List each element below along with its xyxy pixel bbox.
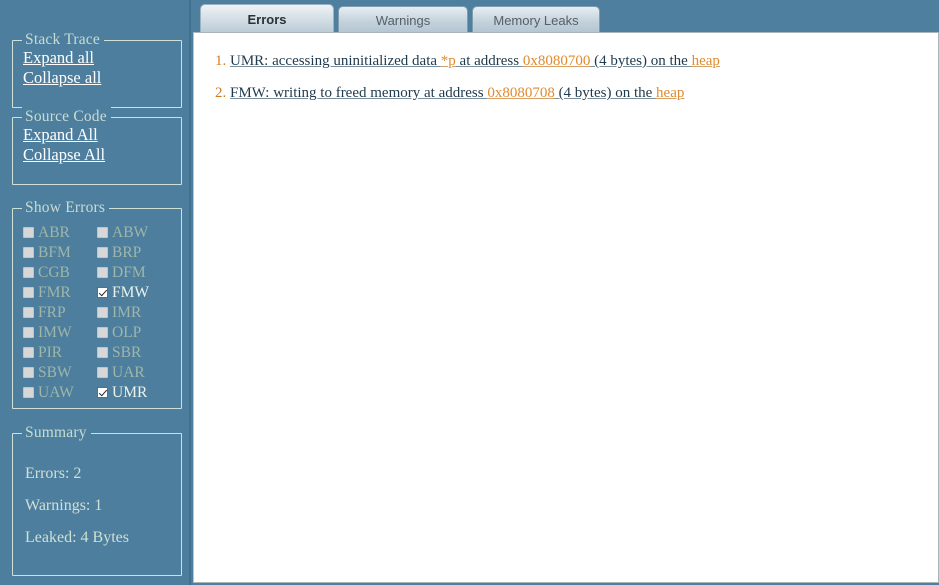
error-text-segment: at address bbox=[455, 53, 523, 69]
summary-leaked-bytes: Leaked: 4 Bytes bbox=[25, 529, 129, 546]
show-errors-checkbox-grid: ABR ABW BFM BRP CGB DFM FMR FMW FRP IMR IMW OLP PIR S… bbox=[13, 209, 181, 402]
checkbox-box-abr-icon[interactable] bbox=[23, 226, 34, 238]
checkbox-cgb[interactable]: CGB bbox=[23, 262, 97, 282]
tab-errors[interactable]: Errors bbox=[200, 4, 334, 33]
checkbox-label: IMW bbox=[38, 323, 72, 341]
group-title-summary: Summary bbox=[22, 423, 91, 443]
checkbox-label: FRP bbox=[38, 303, 66, 321]
checkbox-label: BRP bbox=[112, 243, 142, 261]
stack-trace-collapse-all-link[interactable]: Collapse all bbox=[23, 68, 181, 88]
errors-panel: UMR: accessing uninitialized data *p at … bbox=[193, 32, 939, 583]
checkbox-label: UAW bbox=[38, 383, 74, 401]
checkbox-label: SBW bbox=[38, 363, 72, 381]
checkbox-frp[interactable]: FRP bbox=[23, 302, 97, 322]
checkbox-box-pir-icon[interactable] bbox=[23, 346, 34, 358]
error-text-segment: UMR: accessing uninitialized data bbox=[230, 53, 441, 69]
checkbox-umr[interactable]: UMR bbox=[97, 382, 171, 402]
checkbox-box-uaw-icon[interactable] bbox=[23, 386, 34, 398]
error-highlight-token[interactable]: 0x8080708 bbox=[487, 85, 555, 101]
checkbox-sbw[interactable]: SBW bbox=[23, 362, 97, 382]
checkbox-box-sbw-icon[interactable] bbox=[23, 366, 34, 378]
error-text-segment: (4 bytes) on the bbox=[554, 85, 657, 101]
checkbox-imr[interactable]: IMR bbox=[97, 302, 171, 322]
app-window: Stack Trace Expand all Collapse all Sour… bbox=[0, 0, 939, 585]
checkbox-box-bfm-icon[interactable] bbox=[23, 246, 34, 258]
checkbox-label: ABW bbox=[112, 223, 149, 241]
checkbox-box-fmw-icon[interactable] bbox=[97, 286, 108, 298]
checkbox-fmr[interactable]: FMR bbox=[23, 282, 97, 302]
error-message[interactable]: FMW: writing to freed memory at address … bbox=[230, 85, 684, 101]
checkbox-label: UMR bbox=[112, 383, 148, 401]
checkbox-label: PIR bbox=[38, 343, 63, 361]
checkbox-olp[interactable]: OLP bbox=[97, 322, 171, 342]
group-title-stack-trace: Stack Trace bbox=[22, 30, 104, 50]
checkbox-uar[interactable]: UAR bbox=[97, 362, 171, 382]
checkbox-box-brp-icon[interactable] bbox=[97, 246, 108, 258]
stack-trace-expand-all-link[interactable]: Expand all bbox=[23, 48, 181, 68]
checkbox-pir[interactable]: PIR bbox=[23, 342, 97, 362]
checkbox-box-cgb-icon[interactable] bbox=[23, 266, 34, 278]
checkbox-label: DFM bbox=[112, 263, 146, 281]
group-summary: Summary Errors: 2 Warnings: 1 Leaked: 4 … bbox=[12, 423, 182, 576]
checkbox-sbr[interactable]: SBR bbox=[97, 342, 171, 362]
checkbox-dfm[interactable]: DFM bbox=[97, 262, 171, 282]
checkbox-box-olp-icon[interactable] bbox=[97, 326, 108, 338]
checkbox-fmw[interactable]: FMW bbox=[97, 282, 171, 302]
checkbox-box-fmr-icon[interactable] bbox=[23, 286, 34, 298]
checkbox-label: FMR bbox=[38, 283, 71, 301]
checkbox-label: BFM bbox=[38, 243, 71, 261]
group-title-show-errors: Show Errors bbox=[22, 198, 110, 218]
tab-memory-leaks[interactable]: Memory Leaks bbox=[472, 6, 600, 33]
checkbox-uaw[interactable]: UAW bbox=[23, 382, 97, 402]
checkbox-label: SBR bbox=[112, 343, 142, 361]
source-code-collapse-all-link[interactable]: Collapse All bbox=[23, 145, 181, 165]
checkbox-box-imr-icon[interactable] bbox=[97, 306, 108, 318]
summary-errors-count: Errors: 2 bbox=[25, 465, 82, 482]
error-highlight-token[interactable]: heap bbox=[656, 85, 684, 101]
checkbox-label: UAR bbox=[112, 363, 145, 381]
source-code-expand-all-link[interactable]: Expand All bbox=[23, 125, 181, 145]
checkbox-label: FMW bbox=[112, 283, 150, 301]
error-list: UMR: accessing uninitialized data *p at … bbox=[194, 33, 938, 109]
checkbox-abw[interactable]: ABW bbox=[97, 222, 171, 242]
group-title-source-code: Source Code bbox=[22, 107, 111, 127]
checkbox-label: ABR bbox=[38, 223, 70, 241]
error-highlight-token[interactable]: *p bbox=[441, 53, 456, 69]
summary-warnings-count: Warnings: 1 bbox=[25, 497, 103, 514]
checkbox-label: CGB bbox=[38, 263, 70, 281]
error-highlight-token[interactable]: heap bbox=[692, 53, 720, 69]
checkbox-abr[interactable]: ABR bbox=[23, 222, 97, 242]
checkbox-box-abw-icon[interactable] bbox=[97, 226, 108, 238]
checkbox-label: OLP bbox=[112, 323, 142, 341]
checkbox-brp[interactable]: BRP bbox=[97, 242, 171, 262]
checkbox-box-umr-icon[interactable] bbox=[97, 386, 108, 398]
checkbox-bfm[interactable]: BFM bbox=[23, 242, 97, 262]
tab-warnings[interactable]: Warnings bbox=[338, 6, 468, 33]
error-list-item[interactable]: UMR: accessing uninitialized data *p at … bbox=[230, 45, 938, 77]
error-message[interactable]: UMR: accessing uninitialized data *p at … bbox=[230, 53, 720, 69]
group-source-code: Source Code Expand All Collapse All bbox=[12, 107, 182, 185]
error-highlight-token[interactable]: 0x8080700 bbox=[523, 53, 591, 69]
content-area: Errors Warnings Memory Leaks UMR: access… bbox=[193, 0, 939, 585]
checkbox-imw[interactable]: IMW bbox=[23, 322, 97, 342]
checkbox-box-dfm-icon[interactable] bbox=[97, 266, 108, 278]
sidebar: Stack Trace Expand all Collapse all Sour… bbox=[0, 0, 191, 585]
checkbox-box-uar-icon[interactable] bbox=[97, 366, 108, 378]
checkbox-box-sbr-icon[interactable] bbox=[97, 346, 108, 358]
checkbox-box-imw-icon[interactable] bbox=[23, 326, 34, 338]
summary-lines: Errors: 2 Warnings: 1 Leaked: 4 Bytes bbox=[13, 434, 181, 554]
tab-bar: Errors Warnings Memory Leaks bbox=[193, 0, 939, 33]
group-show-errors: Show Errors ABR ABW BFM BRP CGB DFM FMR FMW FRP I… bbox=[12, 198, 182, 409]
error-list-item[interactable]: FMW: writing to freed memory at address … bbox=[230, 77, 938, 109]
group-stack-trace: Stack Trace Expand all Collapse all bbox=[12, 30, 182, 108]
checkbox-box-frp-icon[interactable] bbox=[23, 306, 34, 318]
checkbox-label: IMR bbox=[112, 303, 142, 321]
error-text-segment: FMW: writing to freed memory at address bbox=[230, 85, 488, 101]
error-text-segment: (4 bytes) on the bbox=[590, 53, 692, 69]
